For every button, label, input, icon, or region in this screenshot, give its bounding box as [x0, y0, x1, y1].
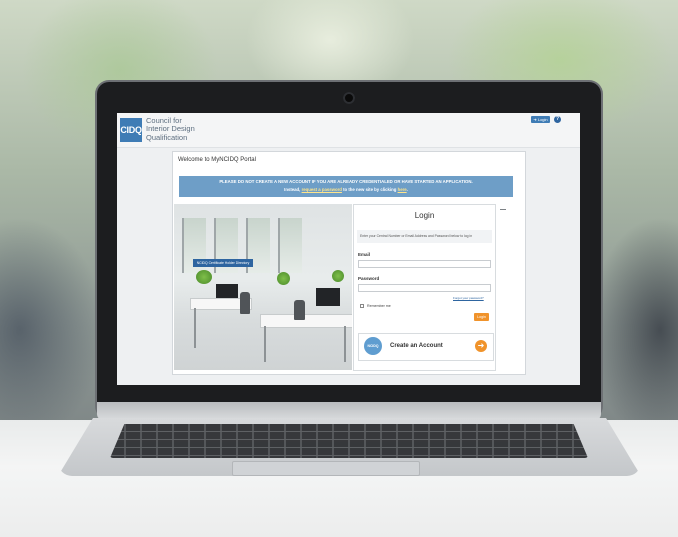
header-login-label: Login — [537, 117, 548, 122]
desk-leg — [264, 326, 266, 362]
notice-text: Instead, — [284, 187, 302, 192]
plant — [196, 270, 212, 284]
chair — [294, 300, 305, 320]
password-field[interactable] — [358, 284, 491, 292]
request-password-link[interactable]: request a password — [302, 187, 342, 192]
plant — [332, 270, 344, 282]
notice-text: . — [406, 187, 408, 192]
header-login-button[interactable]: ➔ Login — [531, 116, 550, 123]
chair — [240, 292, 250, 314]
notice-text: to the new site by clicking — [341, 187, 398, 192]
org-name: Council for Interior Design Qualificatio… — [146, 116, 195, 142]
notice-line-2: Instead, request a password to the new s… — [179, 187, 513, 192]
portal-card: Welcome to MyNCIDQ Portal PLEASE DO NOT … — [172, 151, 526, 375]
office-photo: NCIDQ Certificate Holder Directory — [174, 204, 352, 370]
monitor — [316, 288, 340, 306]
org-name-line: Qualification — [146, 132, 188, 142]
help-icon[interactable]: ? — [554, 116, 561, 123]
laptop-screen: CIDQ Council for Interior Design Qualifi… — [117, 113, 580, 385]
ncidq-logo: NCIDQ — [364, 337, 382, 355]
login-submit-button[interactable]: Login — [474, 313, 489, 321]
desk — [260, 314, 352, 328]
create-account-label: Create an Account — [390, 343, 443, 349]
cidq-logo[interactable]: CIDQ — [120, 118, 142, 142]
here-link[interactable]: here — [398, 187, 407, 192]
remember-label: Remember me — [367, 304, 391, 308]
password-label: Password — [358, 276, 380, 281]
panel-divider — [500, 209, 506, 213]
plant — [277, 272, 290, 285]
laptop-trackpad — [232, 461, 420, 476]
laptop-keyboard — [110, 424, 588, 458]
forgot-password-link[interactable]: Forgot your password? — [453, 296, 484, 300]
login-title: Login — [414, 211, 435, 220]
notice-line-1: PLEASE DO NOT CREATE A NEW ACCOUNT IF YO… — [219, 179, 473, 184]
portal-header: CIDQ Council for Interior Design Qualifi… — [117, 113, 580, 148]
arrow-right-icon: ➜ — [475, 340, 487, 352]
create-account-button[interactable]: NCIDQ Create an Account ➜ — [358, 333, 494, 361]
remember-checkbox[interactable] — [360, 304, 364, 309]
page-title: Welcome to MyNCIDQ Portal — [178, 157, 256, 163]
certificate-directory-button[interactable]: NCIDQ Certificate Holder Directory — [193, 259, 253, 267]
login-instructions: Enter your Central Number or Email Addre… — [357, 230, 492, 243]
email-field[interactable] — [358, 260, 491, 268]
desk-leg — [344, 326, 346, 362]
email-label: Email — [358, 252, 371, 257]
desk-leg — [194, 308, 196, 348]
monitor — [216, 284, 238, 298]
webcam — [343, 92, 355, 104]
login-arrow-icon: ➔ — [533, 117, 537, 122]
window — [278, 218, 302, 273]
notice-banner: PLEASE DO NOT CREATE A NEW ACCOUNT IF YO… — [179, 176, 513, 197]
login-panel: Login Enter your Central Number or Email… — [353, 204, 496, 371]
remember-me[interactable]: Remember me — [360, 304, 391, 309]
laptop-hinge — [97, 402, 601, 420]
